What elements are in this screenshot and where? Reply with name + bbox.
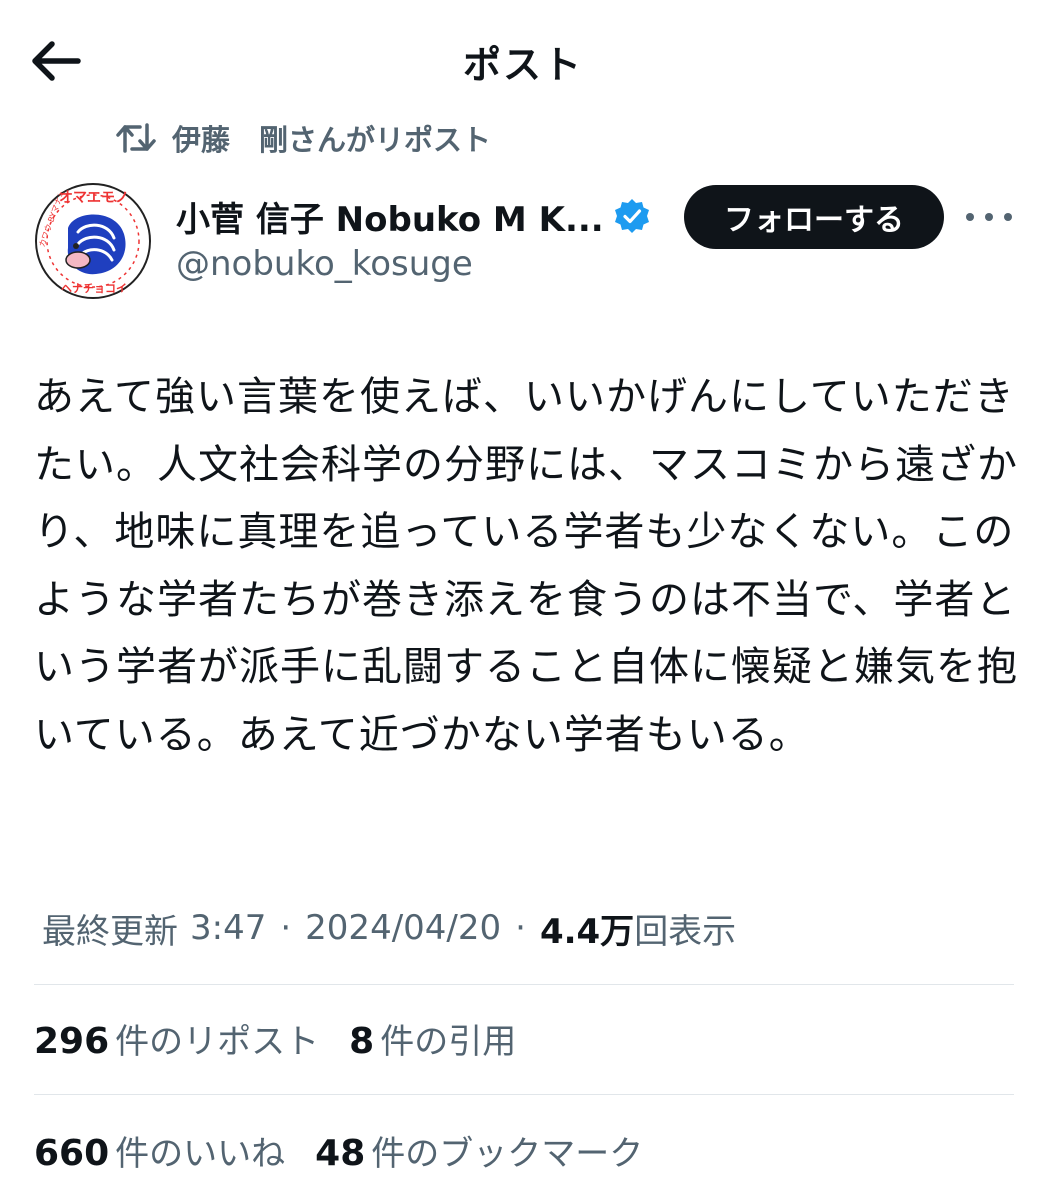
likes-label: 件のいいね [115,1133,286,1174]
quotes-count: 8 [349,1020,375,1062]
engagement-stats-row-2: 660 件のいいね 48 件のブックマーク [34,1120,673,1180]
author-display-name[interactable]: 小菅 信子 Nobuko M K... [176,192,604,241]
avatar-text-bottom: ヘナチョコイ [61,282,127,295]
likes-count: 660 [34,1132,110,1174]
more-horizontal-icon-dot [1004,213,1012,221]
more-horizontal-icon [966,213,974,221]
reposted-by[interactable]: 伊藤 剛さんがリポスト [116,114,491,162]
page-title: ポスト [462,43,583,87]
quotes-label: 件の引用 [380,1021,517,1062]
bookmarks-label: 件のブックマーク [371,1133,644,1174]
avatar-image: オマエモノ ヘナチョコイ カワウ BYマナミ [35,183,151,299]
avatar[interactable]: オマエモノ ヘナチョコイ カワウ BYマナミ [34,182,152,300]
post-meta: 最終更新 3:47 · 2024/04/20 · 4.4万 回表示 [42,900,736,956]
meta-separator-2: · [515,908,526,948]
views-count: 4.4万 [539,911,635,952]
more-options-button[interactable] [966,200,1012,234]
avatar-text-top: オマエモノ [59,190,129,206]
post-date[interactable]: 2024/04/20 [305,908,501,948]
divider [34,1094,1014,1095]
views-label: 回表示 [634,911,737,952]
author-block: 小菅 信子 Nobuko M K... @nobuko_kosuge [176,190,650,284]
reposts-count: 296 [34,1020,110,1062]
follow-button[interactable]: フォローする [684,185,944,249]
likes-stat[interactable]: 660 件のいいね [34,1126,285,1175]
quotes-stat[interactable]: 8 件の引用 [349,1014,516,1063]
updated-prefix: 最終更新 [42,911,178,952]
verified-badge-icon [614,198,650,234]
more-horizontal-icon-dot [985,213,993,221]
reposts-label: 件のリポスト [115,1021,320,1062]
author-handle[interactable]: @nobuko_kosuge [176,244,650,284]
bookmarks-count: 48 [315,1132,366,1174]
post-time[interactable]: 3:47 [190,908,266,948]
bookmarks-stat[interactable]: 48 件のブックマーク [315,1126,643,1175]
repost-icon [116,123,156,153]
meta-separator: · [280,908,292,948]
post-body-text: あえて強い言葉を使えば、いいかげんにしていただきたい。人文社会科学の分野には、マ… [34,374,1018,758]
top-bar: ポスト [0,0,1046,120]
reposted-by-text: 伊藤 剛さんがリポスト [172,123,492,157]
engagement-stats-row-1: 296 件のリポスト 8 件の引用 [34,1008,546,1068]
divider [34,984,1014,985]
reposts-stat[interactable]: 296 件のリポスト [34,1014,319,1063]
